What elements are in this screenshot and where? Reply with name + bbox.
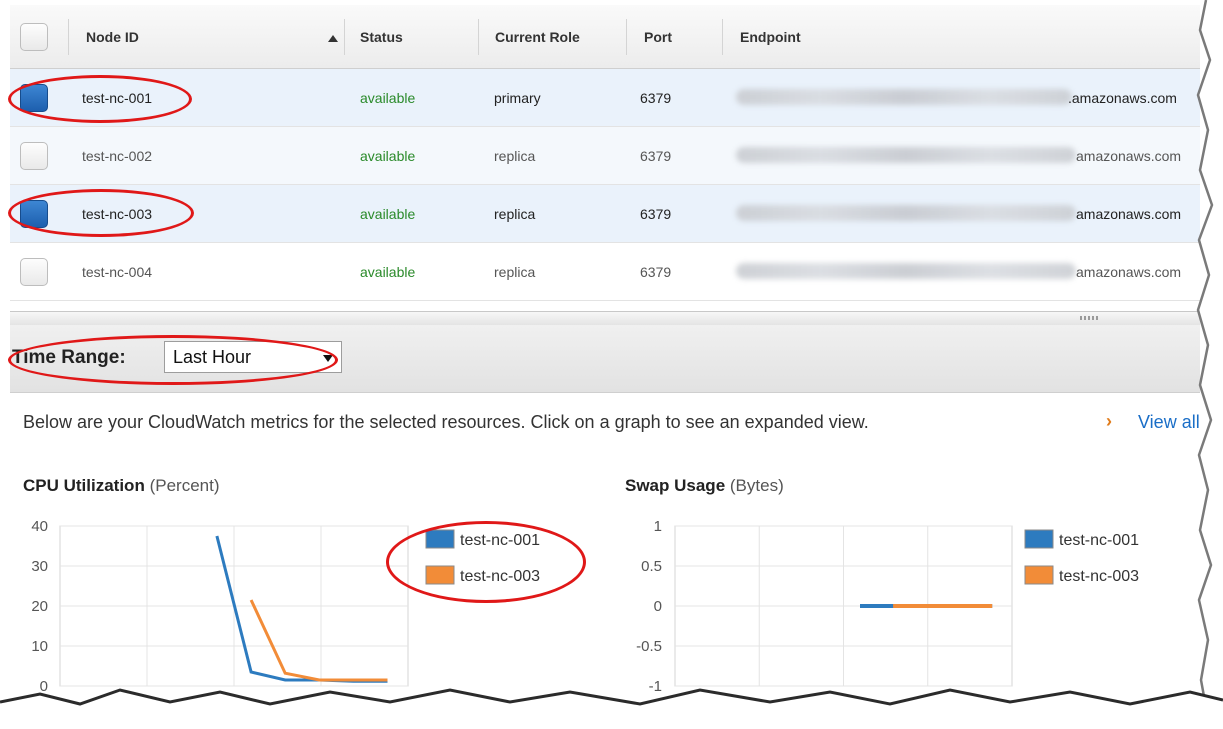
legend-swatch <box>1024 529 1054 549</box>
legend-label: test-nc-001 <box>1059 532 1139 549</box>
torn-edge-right <box>1196 0 1223 729</box>
legend-label: test-nc-003 <box>460 568 540 585</box>
y-tick-label: 40 <box>31 518 48 535</box>
legend-label: test-nc-001 <box>460 532 540 549</box>
y-tick-label: 10 <box>31 638 48 655</box>
y-tick-label: 0 <box>654 598 662 615</box>
metrics-charts[interactable]: 403020100test-nc-001test-nc-00310.50-0.5… <box>0 0 1223 729</box>
torn-edge-bottom <box>0 688 1223 729</box>
y-tick-label: 20 <box>31 598 48 615</box>
legend-swatch <box>1024 565 1054 585</box>
y-tick-label: 1 <box>654 518 662 535</box>
legend-swatch <box>425 565 455 585</box>
y-tick-label: -0.5 <box>636 638 662 655</box>
y-tick-label: 30 <box>31 558 48 575</box>
y-tick-label: 0.5 <box>641 558 662 575</box>
legend-label: test-nc-003 <box>1059 568 1139 585</box>
legend-swatch <box>425 529 455 549</box>
